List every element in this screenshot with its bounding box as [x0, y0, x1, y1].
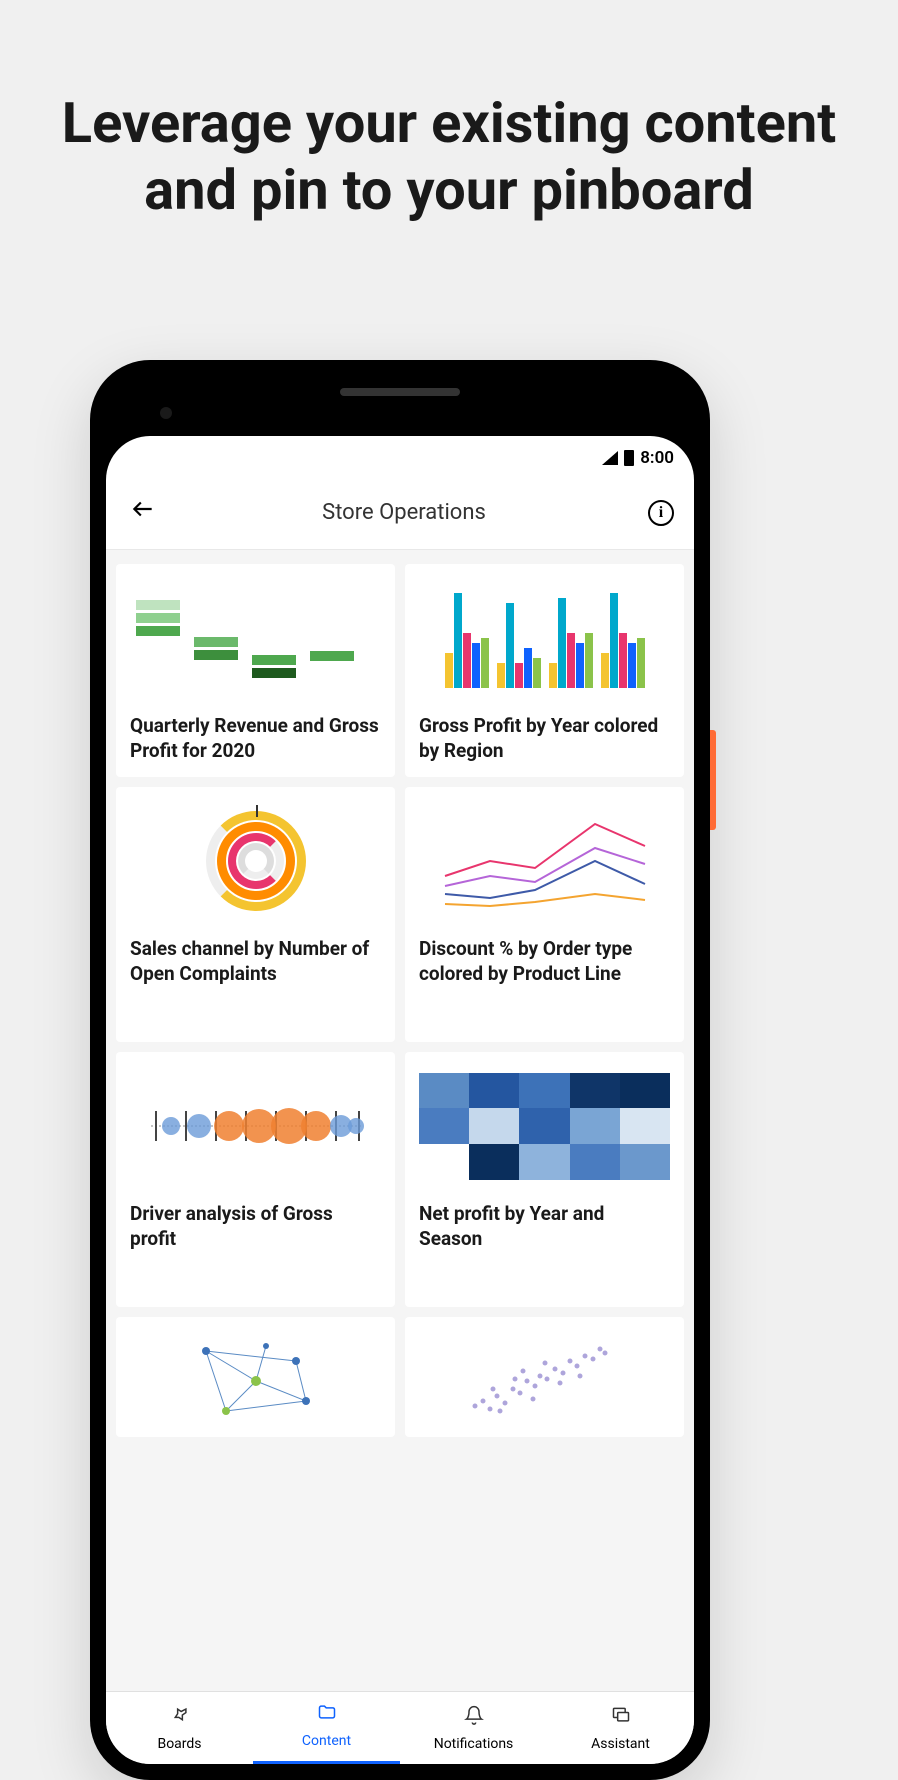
content-card-gross-profit-region[interactable]: Gross Profit by Year colored by Region	[405, 564, 684, 777]
chart-network-icon	[130, 1331, 381, 1421]
chart-waterfall-icon	[130, 578, 381, 698]
chart-driver-icon	[130, 1066, 381, 1186]
content-card-net-profit-season[interactable]: Net profit by Year and Season	[405, 1052, 684, 1307]
card-title: Quarterly Revenue and Gross Profit for 2…	[130, 714, 381, 763]
status-bar: 8:00	[106, 436, 694, 476]
phone-camera	[160, 407, 172, 419]
nav-label: Notifications	[434, 1736, 514, 1752]
phone-speaker	[340, 388, 460, 396]
card-title: Discount % by Order type colored by Prod…	[419, 937, 670, 986]
nav-boards[interactable]: Boards	[106, 1692, 253, 1764]
content-card-sales-channel[interactable]: Sales channel by Number of Open Complain…	[116, 787, 395, 1042]
card-title: Net profit by Year and Season	[419, 1202, 670, 1251]
content-card-scatter[interactable]	[405, 1317, 684, 1437]
back-button[interactable]	[126, 492, 160, 533]
bell-icon	[464, 1705, 484, 1730]
signal-icon	[602, 451, 618, 465]
phone-side-button	[710, 730, 716, 830]
bottom-nav: Boards Content Notifications	[106, 1691, 694, 1764]
nav-notifications[interactable]: Notifications	[400, 1692, 547, 1764]
nav-assistant[interactable]: Assistant	[547, 1692, 694, 1764]
status-time: 8:00	[640, 448, 674, 468]
page-title: Store Operations	[160, 500, 648, 525]
content-card-quarterly-revenue[interactable]: Quarterly Revenue and Gross Profit for 2…	[116, 564, 395, 777]
content-card-network[interactable]	[116, 1317, 395, 1437]
card-title: Sales channel by Number of Open Complain…	[130, 937, 381, 986]
phone-screen: 8:00 Store Operations i	[106, 436, 694, 1764]
chart-line-icon	[419, 801, 670, 921]
content-card-driver-analysis[interactable]: Driver analysis of Gross profit	[116, 1052, 395, 1307]
phone-device-frame: 8:00 Store Operations i	[90, 360, 710, 1780]
card-grid: Quarterly Revenue and Gross Profit for 2…	[116, 564, 684, 1437]
info-button[interactable]: i	[648, 500, 674, 526]
card-title: Driver analysis of Gross profit	[130, 1202, 381, 1251]
folder-icon	[317, 1702, 337, 1727]
card-title: Gross Profit by Year colored by Region	[419, 714, 670, 763]
nav-content[interactable]: Content	[253, 1692, 400, 1764]
app-header: Store Operations i	[106, 476, 694, 550]
nav-label: Content	[302, 1733, 351, 1749]
battery-icon	[624, 450, 634, 466]
chat-icon	[611, 1705, 631, 1730]
chart-scatter-icon	[419, 1331, 670, 1421]
content-area: Quarterly Revenue and Gross Profit for 2…	[106, 550, 694, 1691]
chart-heatmap-icon	[419, 1066, 670, 1186]
content-card-discount-order-type[interactable]: Discount % by Order type colored by Prod…	[405, 787, 684, 1042]
nav-label: Assistant	[591, 1736, 650, 1752]
chart-concentric-icon	[130, 801, 381, 921]
chart-grouped-bar-icon	[419, 578, 670, 698]
pin-icon	[170, 1705, 190, 1730]
nav-label: Boards	[157, 1736, 201, 1752]
marketing-headline: Leverage your existing content and pin t…	[0, 0, 898, 224]
